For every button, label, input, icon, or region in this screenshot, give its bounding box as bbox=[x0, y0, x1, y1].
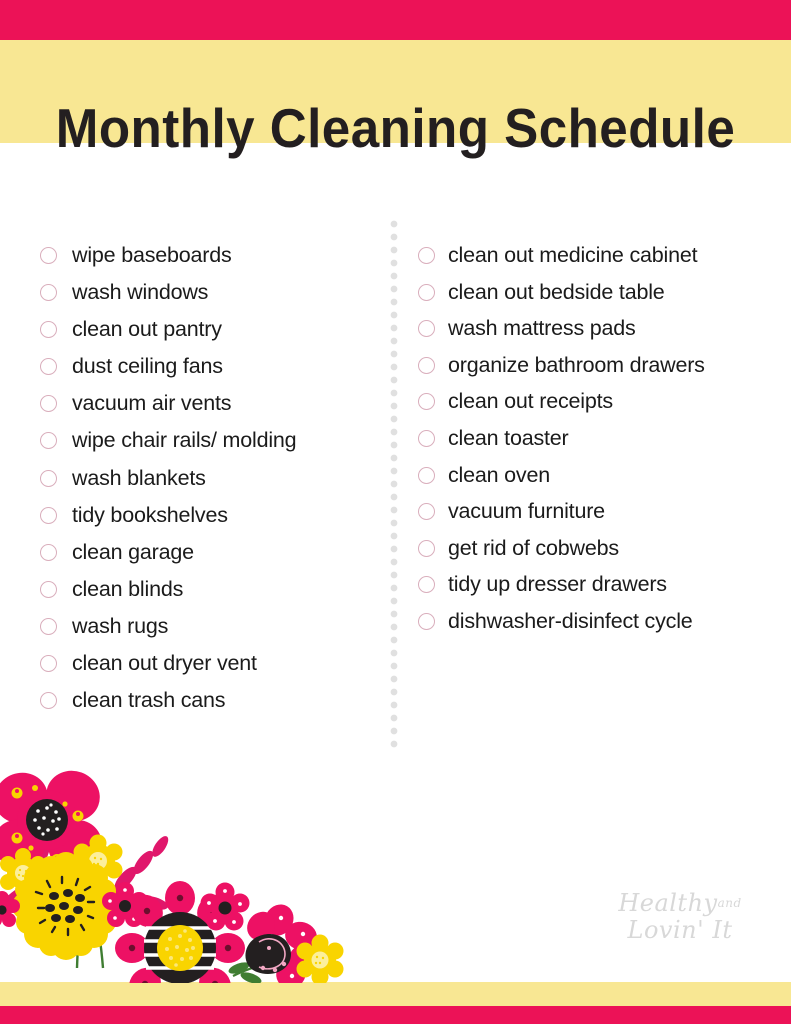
checklist-item[interactable]: wipe baseboards bbox=[40, 240, 385, 272]
checkbox-circle-icon[interactable] bbox=[418, 539, 435, 557]
checkbox-circle-icon[interactable] bbox=[40, 617, 57, 635]
checklist-item-label: get rid of cobwebs bbox=[448, 535, 619, 560]
checklist-item-label: clean out bedside table bbox=[448, 279, 665, 304]
checkbox-circle-icon[interactable] bbox=[40, 284, 57, 302]
checklist-item-label: clean out pantry bbox=[72, 317, 222, 342]
checklist-item[interactable]: clean out pantry bbox=[40, 314, 385, 346]
checkbox-circle-icon[interactable] bbox=[418, 503, 435, 521]
checkbox-circle-icon[interactable] bbox=[40, 655, 57, 673]
watermark-logo: Healthyand Lovin' It bbox=[600, 890, 760, 952]
header-pink-band bbox=[0, 0, 791, 40]
checklist-item[interactable]: wash windows bbox=[40, 277, 385, 309]
checklist-left-column: wipe baseboards wash windows clean out pan… bbox=[40, 240, 385, 722]
checkbox-circle-icon[interactable] bbox=[418, 393, 435, 411]
footer-pink-band bbox=[0, 1006, 791, 1024]
checkbox-circle-icon[interactable] bbox=[40, 580, 57, 598]
checklist-item-label: vacuum furniture bbox=[448, 499, 605, 524]
checklist-item[interactable]: clean out receipts bbox=[418, 386, 768, 418]
checklist-item-label: tidy bookshelves bbox=[72, 502, 228, 527]
checkbox-circle-icon[interactable] bbox=[40, 395, 57, 413]
checklist-item[interactable]: clean blinds bbox=[40, 574, 385, 606]
checklist-item-label: clean oven bbox=[448, 462, 550, 487]
checklist-item[interactable]: clean garage bbox=[40, 537, 385, 569]
checklist-item[interactable]: wipe chair rails/ molding bbox=[40, 425, 385, 457]
checklist-item[interactable]: dust ceiling fans bbox=[40, 351, 385, 383]
checklist-item[interactable]: vacuum air vents bbox=[40, 388, 385, 420]
checklist-item-label: tidy up dresser drawers bbox=[448, 572, 667, 597]
checklist-item-label: wash rugs bbox=[72, 613, 169, 638]
checklist-item[interactable]: get rid of cobwebs bbox=[418, 533, 768, 565]
checklist-item[interactable]: clean out medicine cabinet bbox=[418, 240, 768, 272]
checklist-item[interactable]: organize bathroom drawers bbox=[418, 350, 768, 382]
checkbox-circle-icon[interactable] bbox=[40, 506, 57, 524]
checkbox-circle-icon[interactable] bbox=[418, 320, 435, 338]
checkbox-circle-icon[interactable] bbox=[40, 543, 57, 561]
checklist-item[interactable]: clean toaster bbox=[418, 423, 768, 455]
watermark-line-1: Healthyand bbox=[600, 890, 760, 916]
watermark-healthy: Healthy bbox=[618, 889, 718, 917]
checklist-item-label: clean blinds bbox=[72, 576, 184, 601]
checklist-item-label: wipe baseboards bbox=[72, 243, 232, 267]
checklist-item-label: clean garage bbox=[72, 539, 194, 564]
checklist-item[interactable]: wash blankets bbox=[40, 463, 385, 495]
checklist-item-label: wipe chair rails/ molding bbox=[72, 428, 297, 453]
checklist-item[interactable]: clean out bedside table bbox=[418, 277, 768, 309]
checklist-item[interactable]: clean oven bbox=[418, 460, 768, 492]
checkbox-circle-icon[interactable] bbox=[418, 612, 435, 630]
checklist-item-label: clean out receipts bbox=[448, 389, 613, 414]
checklist-item-label: wash mattress pads bbox=[448, 316, 636, 341]
checklist-item-label: dishwasher-disinfect cycle bbox=[448, 608, 693, 633]
checklist-item[interactable]: wash rugs bbox=[40, 611, 385, 643]
checkbox-circle-icon[interactable] bbox=[40, 247, 57, 264]
floral-decoration bbox=[0, 768, 345, 1015]
checklist-item[interactable]: tidy bookshelves bbox=[40, 500, 385, 532]
checklist-container: wipe baseboards wash windows clean out pan… bbox=[0, 218, 791, 760]
checklist-item-label: clean out medicine cabinet bbox=[448, 243, 698, 267]
checklist-item[interactable]: dishwasher-disinfect cycle bbox=[418, 606, 768, 638]
checkbox-circle-icon[interactable] bbox=[40, 469, 57, 487]
checklist-item[interactable]: vacuum furniture bbox=[418, 496, 768, 528]
checklist-item[interactable]: clean trash cans bbox=[40, 685, 385, 717]
checkbox-circle-icon[interactable] bbox=[40, 321, 57, 339]
checklist-item-label: organize bathroom drawers bbox=[448, 352, 705, 377]
watermark-and: and bbox=[717, 896, 742, 910]
checkbox-circle-icon[interactable] bbox=[40, 692, 57, 710]
checklist-item-label: wash windows bbox=[72, 280, 209, 305]
checklist-item-label: clean trash cans bbox=[72, 688, 226, 713]
checkbox-circle-icon[interactable] bbox=[418, 429, 435, 447]
page-title: Monthly Cleaning Schedule bbox=[55, 97, 736, 160]
checklist-item-label: wash blankets bbox=[72, 465, 206, 490]
checklist-item-label: clean out dryer vent bbox=[72, 651, 257, 676]
watermark-line-2: Lovin' It bbox=[627, 916, 733, 944]
checklist-item-label: vacuum air vents bbox=[72, 391, 232, 416]
checkbox-circle-icon[interactable] bbox=[418, 283, 435, 301]
footer-yellow-band bbox=[0, 982, 791, 1006]
checklist-item-label: clean toaster bbox=[448, 425, 569, 450]
checklist-right-column: clean out medicine cabinet clean out beds… bbox=[418, 240, 768, 643]
checklist-item[interactable]: clean out dryer vent bbox=[40, 648, 385, 680]
checkbox-circle-icon[interactable] bbox=[40, 358, 57, 376]
checklist-item[interactable]: tidy up dresser drawers bbox=[418, 569, 768, 601]
checkbox-circle-icon[interactable] bbox=[418, 356, 435, 374]
checkbox-circle-icon[interactable] bbox=[418, 576, 435, 594]
column-divider-dotted bbox=[388, 218, 400, 748]
checklist-item[interactable]: wash mattress pads bbox=[418, 313, 768, 345]
checkbox-circle-icon[interactable] bbox=[418, 247, 435, 264]
checkbox-circle-icon[interactable] bbox=[40, 432, 57, 450]
checkbox-circle-icon[interactable] bbox=[418, 466, 435, 484]
checklist-item-label: dust ceiling fans bbox=[72, 354, 223, 379]
